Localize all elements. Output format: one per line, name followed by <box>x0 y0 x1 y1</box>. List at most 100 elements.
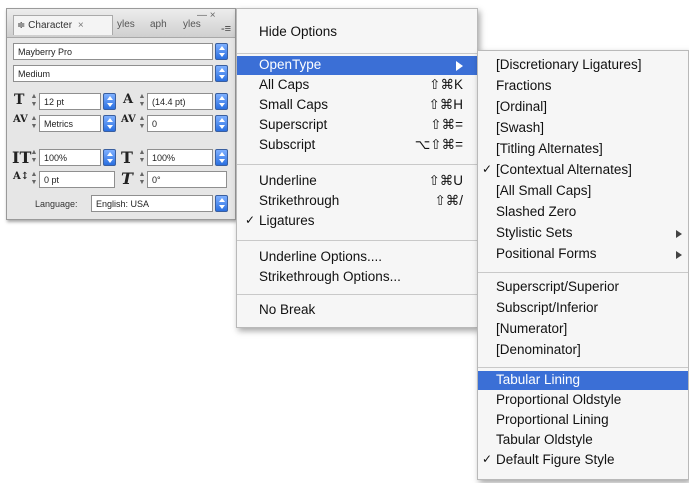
submenu-item-positional-forms[interactable]: Positional Forms <box>478 246 688 265</box>
submenu-item-tabular-lining[interactable]: Tabular Lining <box>478 371 688 390</box>
tab-styles[interactable]: yles <box>114 15 146 35</box>
submenu-item-numerator[interactable]: [Numerator] <box>478 321 688 340</box>
menu-item-all-caps[interactable]: All Caps ⇧⌘K <box>237 77 477 96</box>
language-field[interactable]: English: USA <box>91 195 213 212</box>
horizontal-scale-field[interactable]: 100% <box>147 149 213 166</box>
tab-close-icon[interactable]: × <box>78 20 84 31</box>
character-panel: — × ≑ Character × yles aph yles -≡ Maybe… <box>6 8 236 220</box>
menu-item-label: [Ordinal] <box>496 99 548 114</box>
menu-shortcut: ⇧⌘= <box>430 117 463 132</box>
submenu-item-slashed-zero[interactable]: Slashed Zero <box>478 204 688 223</box>
kerning-field[interactable]: Metrics <box>39 115 101 132</box>
submenu-item-tabular-oldstyle[interactable]: Tabular Oldstyle <box>478 432 688 451</box>
leading-popup-button[interactable] <box>215 93 228 110</box>
horizontal-scale-icon: T <box>121 148 133 167</box>
submenu-item-discretionary-ligatures[interactable]: [Discretionary Ligatures] <box>478 57 688 76</box>
vertical-scale-field[interactable]: 100% <box>39 149 101 166</box>
submenu-item-superscript-superior[interactable]: Superscript/Superior <box>478 279 688 298</box>
submenu-item-subscript-inferior[interactable]: Subscript/Inferior <box>478 300 688 319</box>
menu-item-label: Stylistic Sets <box>496 225 573 240</box>
tracking-popup-button[interactable] <box>215 115 228 132</box>
menu-item-label: OpenType <box>259 57 322 72</box>
submenu-arrow-icon <box>456 61 463 71</box>
tab-paragraph[interactable]: aph <box>147 15 179 35</box>
menu-shortcut: ⇧⌘U <box>428 173 463 188</box>
menu-item-superscript[interactable]: Superscript ⇧⌘= <box>237 117 477 136</box>
menu-item-strikethrough[interactable]: Strikethrough ⇧⌘/ <box>237 193 477 212</box>
submenu-item-stylistic-sets[interactable]: Stylistic Sets <box>478 225 688 244</box>
skew-stepper[interactable]: ▲ ▼ <box>138 171 146 187</box>
panel-titlebar: — × ≑ Character × yles aph yles -≡ <box>7 9 235 38</box>
menu-item-hide-options[interactable]: Hide Options <box>237 24 477 44</box>
tracking-stepper[interactable]: ▲ ▼ <box>138 115 146 131</box>
submenu-arrow-icon <box>676 230 682 238</box>
menu-item-opentype[interactable]: OpenType <box>237 56 477 75</box>
kerning-popup-button[interactable] <box>103 115 116 132</box>
baseline-shift-field[interactable]: 0 pt <box>39 171 115 188</box>
submenu-item-all-small-caps[interactable]: [All Small Caps] <box>478 183 688 202</box>
menu-item-no-break[interactable]: No Break <box>237 302 477 321</box>
leading-stepper[interactable]: ▲ ▼ <box>138 93 146 109</box>
menu-item-strikethrough-options[interactable]: Strikethrough Options... <box>237 269 477 288</box>
horizontal-scale-stepper[interactable]: ▲ ▼ <box>138 149 146 165</box>
font-size-field[interactable]: 12 pt <box>39 93 101 110</box>
submenu-item-titling-alternates[interactable]: [Titling Alternates] <box>478 141 688 160</box>
font-size-popup-button[interactable] <box>103 93 116 110</box>
baseline-shift-icon: A↕ <box>13 171 30 182</box>
submenu-item-ordinal[interactable]: [Ordinal] <box>478 99 688 118</box>
font-family-field[interactable]: Mayberry Pro <box>13 43 213 60</box>
menu-item-label: [All Small Caps] <box>496 183 592 198</box>
horizontal-scale-popup-button[interactable] <box>215 149 228 166</box>
menu-item-label: [Titling Alternates] <box>496 141 603 156</box>
tracking-field[interactable]: 0 <box>147 115 213 132</box>
menu-item-label: Fractions <box>496 78 552 93</box>
menu-item-label: Small Caps <box>259 97 329 112</box>
menu-item-label: [Numerator] <box>496 321 568 336</box>
menu-shortcut: ⌥⇧⌘= <box>414 137 463 152</box>
font-size-icon: T <box>14 92 25 108</box>
language-popup-button[interactable] <box>215 195 228 212</box>
leading-icon: A <box>123 92 134 107</box>
font-style-field[interactable]: Medium <box>13 65 213 82</box>
tab-character-label: Character <box>28 20 73 31</box>
menu-separator <box>478 367 688 368</box>
menu-item-subscript[interactable]: Subscript ⌥⇧⌘= <box>237 137 477 156</box>
submenu-item-proportional-oldstyle[interactable]: Proportional Oldstyle <box>478 392 688 411</box>
tracking-icon: AV <box>121 114 136 125</box>
skew-field[interactable]: 0° <box>147 171 227 188</box>
submenu-item-swash[interactable]: [Swash] <box>478 120 688 139</box>
menu-item-label: Tabular Oldstyle <box>496 432 593 447</box>
baseline-shift-stepper[interactable]: ▲ ▼ <box>30 171 38 187</box>
menu-item-label: [Denominator] <box>496 342 581 357</box>
tab-styles-2[interactable]: yles <box>180 15 212 35</box>
menu-item-underline[interactable]: Underline ⇧⌘U <box>237 173 477 192</box>
font-family-popup-button[interactable] <box>215 43 228 60</box>
menu-item-ligatures[interactable]: ✓ Ligatures <box>237 213 477 232</box>
submenu-item-denominator[interactable]: [Denominator] <box>478 342 688 361</box>
menu-item-label: Hide Options <box>259 24 338 39</box>
menu-item-label: Proportional Oldstyle <box>496 392 622 407</box>
submenu-arrow-icon <box>676 251 682 259</box>
panel-menu-icon[interactable]: -≡ <box>221 23 231 35</box>
leading-field[interactable]: (14.4 pt) <box>147 93 213 110</box>
tab-grip-icon: ≑ <box>17 20 26 31</box>
menu-item-small-caps[interactable]: Small Caps ⇧⌘H <box>237 97 477 116</box>
tab-character[interactable]: ≑ Character × <box>13 15 113 35</box>
vertical-scale-stepper[interactable]: ▲ ▼ <box>30 149 38 165</box>
opentype-submenu: [Discretionary Ligatures] Fractions [Ord… <box>477 50 689 480</box>
submenu-item-contextual-alternates[interactable]: ✓ [Contextual Alternates] <box>478 162 688 181</box>
submenu-item-default-figure-style[interactable]: ✓ Default Figure Style <box>478 452 688 471</box>
vertical-scale-popup-button[interactable] <box>103 149 116 166</box>
kerning-stepper[interactable]: ▲ ▼ <box>30 115 38 131</box>
submenu-item-proportional-lining[interactable]: Proportional Lining <box>478 412 688 431</box>
menu-item-label: Slashed Zero <box>496 204 577 219</box>
font-style-popup-button[interactable] <box>215 65 228 82</box>
menu-item-label: Underline <box>259 173 317 188</box>
menu-item-label: Underline Options.... <box>259 249 383 264</box>
menu-item-label: Superscript/Superior <box>496 279 620 294</box>
font-size-stepper[interactable]: ▲ ▼ <box>30 93 38 109</box>
menu-item-underline-options[interactable]: Underline Options.... <box>237 249 477 268</box>
submenu-item-fractions[interactable]: Fractions <box>478 78 688 97</box>
checkmark-icon: ✓ <box>482 162 493 176</box>
menu-separator <box>237 240 477 241</box>
